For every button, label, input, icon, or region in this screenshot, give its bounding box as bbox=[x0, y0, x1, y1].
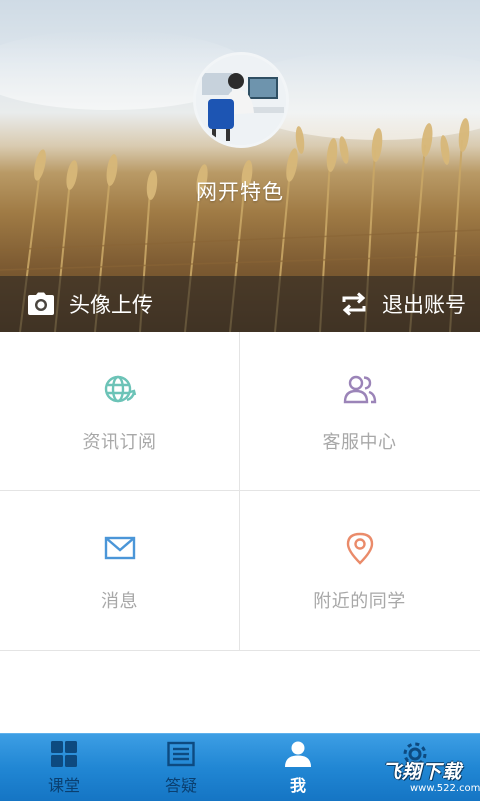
menu-item-messages[interactable]: 消息 bbox=[0, 491, 239, 649]
envelope-icon bbox=[103, 531, 137, 565]
menu-item-customer-service[interactable]: 客服中心 bbox=[240, 332, 479, 490]
avatar[interactable] bbox=[193, 52, 289, 148]
logout-label: 退出账号 bbox=[382, 293, 466, 317]
action-bar: 头像上传 退出账号 bbox=[0, 276, 480, 332]
menu-grid: 资讯订阅 客服中心 消息 附近的同学 bbox=[0, 332, 480, 651]
list-icon bbox=[167, 740, 195, 768]
tab-label: 答疑 bbox=[164, 776, 197, 795]
menu-item-news-subscription[interactable]: 资讯订阅 bbox=[0, 332, 239, 490]
menu-item-label: 消息 bbox=[101, 591, 138, 612]
menu-item-label: 客服中心 bbox=[322, 432, 397, 453]
menu-item-label: 附近的同学 bbox=[313, 591, 406, 612]
swap-arrows-icon bbox=[340, 292, 368, 316]
tab-label: 课堂 bbox=[47, 776, 80, 795]
upload-avatar-label: 头像上传 bbox=[69, 293, 153, 317]
watermark-url: www.522.com bbox=[410, 783, 480, 794]
logout-button[interactable]: 退出账号 bbox=[340, 276, 466, 332]
profile-header: 网开特色 头像上传 退出账号 bbox=[0, 0, 480, 332]
grid-icon bbox=[50, 740, 78, 768]
bottom-tab-bar: 课堂 答疑 我 飞翔下载 www.522.com bbox=[0, 733, 480, 801]
user-avatar-photo bbox=[196, 55, 286, 145]
menu-item-nearby-classmates[interactable]: 附近的同学 bbox=[240, 491, 479, 649]
tab-me[interactable]: 我 bbox=[238, 734, 358, 801]
tab-qa[interactable]: 答疑 bbox=[121, 734, 241, 801]
username: 网开特色 bbox=[196, 180, 284, 204]
users-icon bbox=[343, 372, 377, 406]
watermark-title: 飞翔下载 bbox=[382, 761, 463, 783]
camera-icon bbox=[27, 292, 55, 316]
watermark-logo: 飞翔下载 www.522.com bbox=[382, 757, 480, 797]
person-icon bbox=[284, 740, 312, 768]
tab-label: 我 bbox=[289, 776, 306, 795]
globe-refresh-icon bbox=[103, 372, 137, 406]
menu-item-label: 资讯订阅 bbox=[82, 432, 157, 453]
upload-avatar-button[interactable]: 头像上传 bbox=[27, 276, 153, 332]
location-pin-icon bbox=[343, 531, 377, 565]
tab-classroom[interactable]: 课堂 bbox=[4, 734, 124, 801]
